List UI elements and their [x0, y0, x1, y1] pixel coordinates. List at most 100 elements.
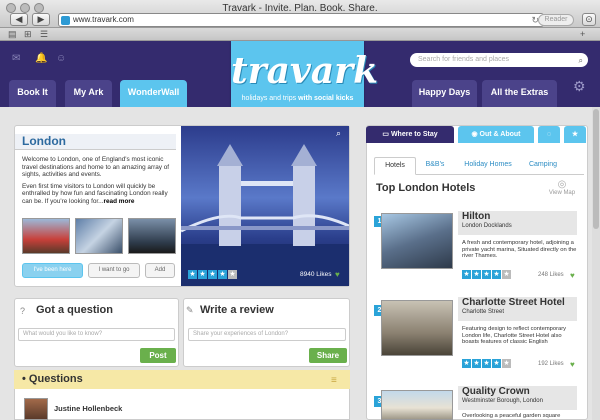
mail-icon[interactable]: ✉ — [12, 53, 20, 64]
hotel-photo[interactable] — [381, 390, 453, 420]
city-thumbnail-bigben[interactable] — [128, 218, 176, 254]
city-description: Welcome to London, one of England's most… — [22, 156, 176, 210]
questions-header: • Questions — [14, 370, 350, 389]
tab-book-it[interactable]: Book It — [9, 80, 56, 107]
gear-icon[interactable]: ⚙ — [573, 78, 586, 95]
tab-out-and-about[interactable]: ◉ Out & About — [458, 126, 534, 143]
review-input[interactable]: Share your experiences of London? — [188, 328, 346, 341]
tab-ideas[interactable]: ◌ — [538, 126, 560, 143]
star-icon: ★ — [462, 270, 471, 279]
back-button[interactable]: ◀ — [10, 13, 28, 26]
star-icon: ★ — [482, 270, 491, 279]
bookmarks-icon[interactable]: ☰ — [40, 29, 48, 40]
review-title: Write a review — [200, 304, 274, 316]
city-rating[interactable]: ★ ★ ★ ★ ★ — [188, 270, 237, 279]
scrollbar-thumb[interactable] — [593, 109, 599, 229]
tab-bnbs[interactable]: B&B's — [420, 157, 450, 175]
page-scrollbar[interactable] — [592, 107, 600, 420]
hotel-rating[interactable]: ★ ★ ★ ★ ★ — [462, 270, 511, 279]
hotel-description: A fresh and contemporary hotel, adjoinin… — [462, 240, 577, 260]
city-likes: 8940 Likes — [300, 271, 332, 278]
logo-tagline: holidays and trips with social kicks — [241, 95, 354, 102]
tab-favourites[interactable]: ★ — [564, 126, 586, 143]
been-here-button[interactable]: I've been here — [22, 263, 83, 278]
tab-where-to-stay[interactable]: ▭ Where to Stay — [366, 126, 454, 143]
star-icon: ★ — [228, 270, 237, 279]
travark-logo[interactable]: travark holidays and trips with social k… — [231, 41, 379, 117]
hotel-photo[interactable] — [381, 300, 453, 356]
question-icon: ? — [20, 306, 26, 316]
pencil-icon: ✎ — [186, 305, 194, 315]
zoom-icon[interactable]: ⌕ — [336, 128, 341, 139]
read-more-link[interactable]: read more — [104, 198, 135, 205]
heart-icon[interactable]: ♥ — [570, 271, 575, 280]
forward-button[interactable]: ▶ — [32, 13, 50, 26]
logo-wordmark: travark — [231, 50, 379, 92]
menu-icon[interactable]: ≡ — [331, 375, 337, 386]
hotel-name[interactable]: Hilton — [462, 211, 577, 223]
heart-icon[interactable]: ♥ — [335, 270, 340, 279]
hotel-name-box[interactable]: Hilton London Docklands — [458, 211, 577, 235]
city-thumbnail-gherkin[interactable] — [75, 218, 123, 254]
top-sites-icon[interactable]: ⊞ — [24, 29, 32, 40]
want-to-go-button[interactable]: I want to go — [88, 263, 140, 278]
heart-icon[interactable]: ♥ — [570, 360, 575, 369]
star-icon: ★ — [492, 270, 501, 279]
question-title: Got a question — [36, 304, 113, 316]
city-more-text: Even first time visitors to London will … — [22, 182, 168, 205]
question-input[interactable]: What would you like to know? — [18, 328, 175, 341]
hotel-name-box[interactable]: Charlotte Street Hotel Charlotte Street — [458, 297, 577, 321]
tab-my-ark[interactable]: My Ark — [65, 80, 112, 107]
search-icon[interactable]: ⌕ — [579, 54, 583, 68]
search-placeholder: Search for friends and places — [418, 56, 510, 63]
bookmarks-bar: ▤ ⊞ ☰ + — [0, 28, 600, 41]
hotels-title: Top London Hotels — [376, 182, 476, 194]
star-icon: ★ — [208, 270, 217, 279]
notification-bell-icon[interactable]: 🔔 — [35, 53, 47, 64]
tab-camping[interactable]: Camping — [523, 157, 563, 175]
hotel-description: Featuring design to reflect contemporary… — [462, 326, 567, 346]
add-bookmark-icon[interactable]: + — [580, 29, 585, 39]
avatar[interactable] — [24, 398, 48, 420]
download-button[interactable]: ⊙ — [582, 13, 596, 26]
star-icon: ★ — [502, 359, 511, 368]
hotel-name-box[interactable]: Quality Crown Westminster Borough, Londo… — [458, 386, 577, 410]
add-button[interactable]: Add — [145, 263, 175, 278]
hotel-photo[interactable] — [381, 213, 453, 269]
tab-all-the-extras[interactable]: All the Extras — [482, 80, 557, 107]
hotel-description: Overlooking a peaceful garden square — [462, 413, 561, 419]
tab-happy-days[interactable]: Happy Days — [412, 80, 477, 107]
share-button[interactable]: Share — [309, 348, 347, 363]
sidebar-icon[interactable]: ▤ — [8, 29, 17, 40]
hotel-rating[interactable]: ★ ★ ★ ★ ★ — [462, 359, 511, 368]
tower-bridge-photo[interactable] — [181, 126, 349, 286]
star-icon: ★ — [472, 359, 481, 368]
view-map-link[interactable]: ◎ View Map — [547, 179, 577, 196]
search-input[interactable]: Search for friends and places ⌕ — [410, 53, 588, 67]
city-thumbnail-bus[interactable] — [22, 218, 70, 254]
city-title: London — [15, 134, 176, 150]
tab-hotels[interactable]: Hotels — [374, 157, 416, 175]
post-button[interactable]: Post — [140, 348, 176, 363]
bed-icon: ▭ — [382, 131, 389, 138]
star-icon: ★ — [462, 359, 471, 368]
tab-holiday-homes[interactable]: Holiday Homes — [456, 157, 520, 175]
question-author[interactable]: Justine Hollenbeck — [54, 404, 122, 413]
address-bar[interactable]: www.travark.com ↻ — [58, 13, 544, 27]
reader-button[interactable]: Reader — [538, 14, 574, 26]
star-icon: ★ — [198, 270, 207, 279]
tab-wonderwall[interactable]: WonderWall — [120, 80, 187, 107]
star-icon: ★ — [571, 131, 579, 138]
hotel-name[interactable]: Charlotte Street Hotel — [462, 297, 577, 309]
star-icon: ★ — [502, 270, 511, 279]
hotel-location: London Docklands — [462, 223, 512, 229]
lightbulb-icon: ◌ — [546, 131, 552, 138]
favicon-icon — [61, 16, 70, 25]
globe-icon: ◎ — [557, 179, 567, 190]
hotel-location: Westminster Borough, London — [462, 398, 543, 404]
city-intro: Welcome to London, one of England's most… — [22, 156, 170, 179]
hotel-name[interactable]: Quality Crown — [462, 386, 577, 398]
tower-bridge-illustration — [181, 144, 349, 286]
hotel-location: Charlotte Street — [462, 309, 505, 315]
friends-icon[interactable]: ☺ — [56, 53, 66, 64]
